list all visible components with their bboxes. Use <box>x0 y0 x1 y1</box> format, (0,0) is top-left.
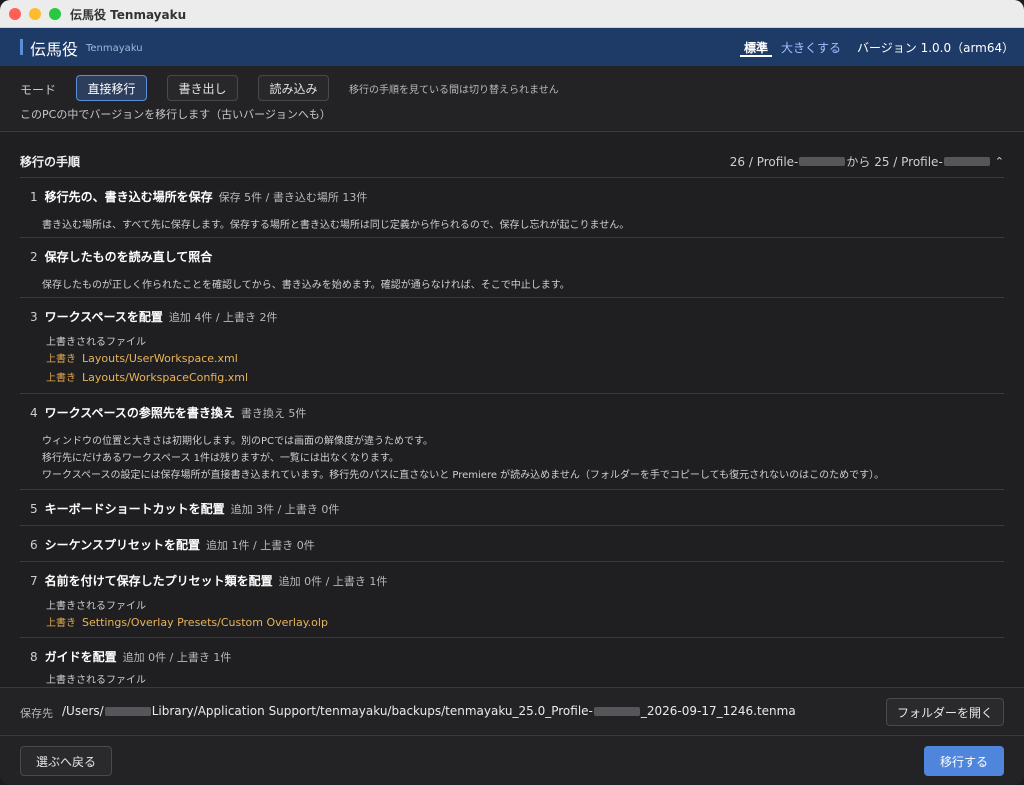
step-header: 2 保存したものを読み直して照合 <box>30 248 212 265</box>
chevron-up-icon[interactable]: ⌃ <box>995 155 1004 168</box>
step-item: 8 ガイドを配置 追加 0件 / 上書き 1件 上書きされるファイル <box>20 637 1004 687</box>
step-number: 3 <box>30 310 38 324</box>
step-name: キーボードショートカットを配置 <box>44 502 225 516</box>
route-summary[interactable]: 26 / Profile- から 25 / Profile- ⌃ <box>730 153 1004 170</box>
size-standard-toggle[interactable]: 標準 <box>744 39 768 56</box>
step-detail: ウィンドウの位置と大きさは初期化します。別のPCでは画面の解像度が違うためです。 <box>42 436 434 447</box>
step-header: 4 ワークスペースの参照先を書き換え 書き換え 5件 <box>30 404 306 421</box>
overwrite-tag: 上書き <box>46 618 76 629</box>
save-path-part: Library/Application Support/tenmayaku/ba… <box>151 704 593 718</box>
size-large-toggle[interactable]: 大きくする <box>781 39 841 56</box>
steps-panel: 移行の手順 26 / Profile- から 25 / Profile- ⌃ 1… <box>0 133 1024 687</box>
step-detail: 書き込む場所は、すべて先に保存します。保存する場所と書き込む場所は同じ定義から作… <box>42 220 630 231</box>
step-name: ワークスペースを配置 <box>44 310 163 324</box>
step-meta: 書き換え 5件 <box>240 407 307 420</box>
step-detail: 移行先にだけあるワークスペース 1件は残りますが、一覧には出なくなります。 <box>42 453 399 464</box>
file-path: Settings/Overlay Presets/Custom Overlay.… <box>82 616 328 629</box>
app-subtitle: Tenmayaku <box>86 43 143 54</box>
step-header: 6 シーケンスプリセットを配置 追加 1件 / 上書き 0件 <box>30 536 315 553</box>
step-header: 5 キーボードショートカットを配置 追加 3件 / 上書き 0件 <box>30 500 339 517</box>
mode-bar: モード 直接移行 書き出し 読み込み 移行の手順を見ている間は切り替えられません… <box>0 66 1024 132</box>
overwrite-tag: 上書き <box>46 373 76 384</box>
mode-direct-button[interactable]: 直接移行 <box>76 75 147 101</box>
app-window: 伝馬役 Tenmayaku 伝馬役 Tenmayaku 標準 大きくする バージ… <box>0 0 1024 785</box>
app-name: 伝馬役 <box>30 40 79 59</box>
file-item: 上書き Layouts/WorkspaceConfig.xml <box>46 369 248 384</box>
step-number: 7 <box>30 574 38 588</box>
step-number: 5 <box>30 502 38 516</box>
step-header: 8 ガイドを配置 追加 0件 / 上書き 1件 <box>30 648 231 665</box>
zoom-window-button[interactable] <box>49 8 61 20</box>
overwrite-files-label: 上書きされるファイル <box>46 337 146 348</box>
mode-export-button[interactable]: 書き出し <box>167 75 238 101</box>
save-location-label: 保存先 <box>20 707 53 720</box>
accent-bar <box>20 39 23 55</box>
step-number: 6 <box>30 538 38 552</box>
step-header: 7 名前を付けて保存したプリセット類を配置 追加 0件 / 上書き 1件 <box>30 572 387 589</box>
step-number: 4 <box>30 406 38 420</box>
back-button[interactable]: 選ぶへ戻る <box>20 746 112 776</box>
step-name: 保存したものを読み直して照合 <box>44 250 213 264</box>
step-name: ガイドを配置 <box>44 650 117 664</box>
close-window-button[interactable] <box>9 8 21 20</box>
save-path-part: _2026-09-17_1246.tenma <box>640 704 796 718</box>
step-item: 4 ワークスペースの参照先を書き換え 書き換え 5件 ウィンドウの位置と大きさは初期… <box>20 393 1004 489</box>
section-title: 移行の手順 <box>20 155 81 169</box>
step-number: 2 <box>30 250 38 264</box>
mode-import-button[interactable]: 読み込み <box>258 75 329 101</box>
save-location-path: /Users/Library/Application Support/tenma… <box>62 704 796 718</box>
step-meta: 追加 0件 / 上書き 1件 <box>122 651 232 664</box>
step-detail: ワークスペースの設定には保存場所が直接書き込まれています。移行先のパスに直さない… <box>42 470 885 481</box>
route-from: 26 / Profile- <box>729 154 799 169</box>
divider <box>0 735 1024 736</box>
save-path-part: /Users/ <box>62 704 104 718</box>
step-name: ワークスペースの参照先を書き換え <box>44 406 235 420</box>
migrate-button[interactable]: 移行する <box>924 746 1004 776</box>
minimize-window-button[interactable] <box>29 8 41 20</box>
file-item: 上書き Layouts/UserWorkspace.xml <box>46 350 238 365</box>
step-meta: 追加 3件 / 上書き 0件 <box>230 503 340 516</box>
overwrite-files-label: 上書きされるファイル <box>46 601 146 612</box>
step-meta: 追加 4件 / 上書き 2件 <box>168 311 278 324</box>
open-folder-button[interactable]: フォルダーを開く <box>886 698 1004 726</box>
step-item: 1 移行先の、書き込む場所を保存 保存 5件 / 書き込む場所 13件 書き込む場所… <box>20 177 1004 237</box>
version-label: バージョン 1.0.0（arm64） <box>857 41 1015 55</box>
file-path: Layouts/WorkspaceConfig.xml <box>82 371 249 384</box>
file-path: Layouts/UserWorkspace.xml <box>82 352 238 365</box>
step-item: 7 名前を付けて保存したプリセット類を配置 追加 0件 / 上書き 1件 上書きされ… <box>20 561 1004 637</box>
redacted-text <box>799 157 846 166</box>
step-number: 1 <box>30 190 38 204</box>
step-item: 3 ワークスペースを配置 追加 4件 / 上書き 2件 上書きされるファイル 上書き… <box>20 297 1004 393</box>
step-header: 1 移行先の、書き込む場所を保存 保存 5件 / 書き込む場所 13件 <box>30 188 367 205</box>
step-detail: 保存したものが正しく作られたことを確認してから、書き込みを始めます。確認が通らな… <box>42 280 570 291</box>
step-item: 5 キーボードショートカットを配置 追加 3件 / 上書き 0件 <box>20 489 1004 525</box>
step-item: 2 保存したものを読み直して照合 保存したものが正しく作られたことを確認してから、… <box>20 237 1004 297</box>
step-number: 8 <box>30 650 38 664</box>
redacted-text <box>943 157 990 166</box>
mode-label: モード <box>20 83 57 97</box>
step-meta: 追加 0件 / 上書き 1件 <box>278 575 388 588</box>
mode-lock-note: 移行の手順を見ている間は切り替えられません <box>349 85 559 96</box>
window-title: 伝馬役 Tenmayaku <box>70 8 187 22</box>
step-item: 6 シーケンスプリセットを配置 追加 1件 / 上書き 0件 <box>20 525 1004 561</box>
overwrite-tag: 上書き <box>46 354 76 365</box>
step-meta: 保存 5件 / 書き込む場所 13件 <box>218 191 368 204</box>
step-header: 3 ワークスペースを配置 追加 4件 / 上書き 2件 <box>30 308 278 325</box>
step-meta: 追加 1件 / 上書き 0件 <box>206 539 315 552</box>
mode-description: このPCの中でバージョンを移行します（古いバージョンへも） <box>20 108 331 121</box>
step-name: シーケンスプリセットを配置 <box>44 538 201 552</box>
step-name: 名前を付けて保存したプリセット類を配置 <box>44 574 273 588</box>
route-to: から 25 / Profile- <box>846 155 943 169</box>
step-name: 移行先の、書き込む場所を保存 <box>44 190 213 204</box>
redacted-text <box>593 707 640 716</box>
app-header: 伝馬役 Tenmayaku 標準 大きくする バージョン 1.0.0（arm64… <box>0 28 1024 66</box>
footer-bar: 保存先 /Users/Library/Application Support/t… <box>0 687 1024 785</box>
redacted-text <box>104 707 151 716</box>
size-standard-underline <box>740 55 772 57</box>
overwrite-files-label: 上書きされるファイル <box>46 675 146 686</box>
file-item: 上書き Settings/Overlay Presets/Custom Overl… <box>46 614 328 629</box>
title-bar: 伝馬役 Tenmayaku <box>0 0 1024 28</box>
